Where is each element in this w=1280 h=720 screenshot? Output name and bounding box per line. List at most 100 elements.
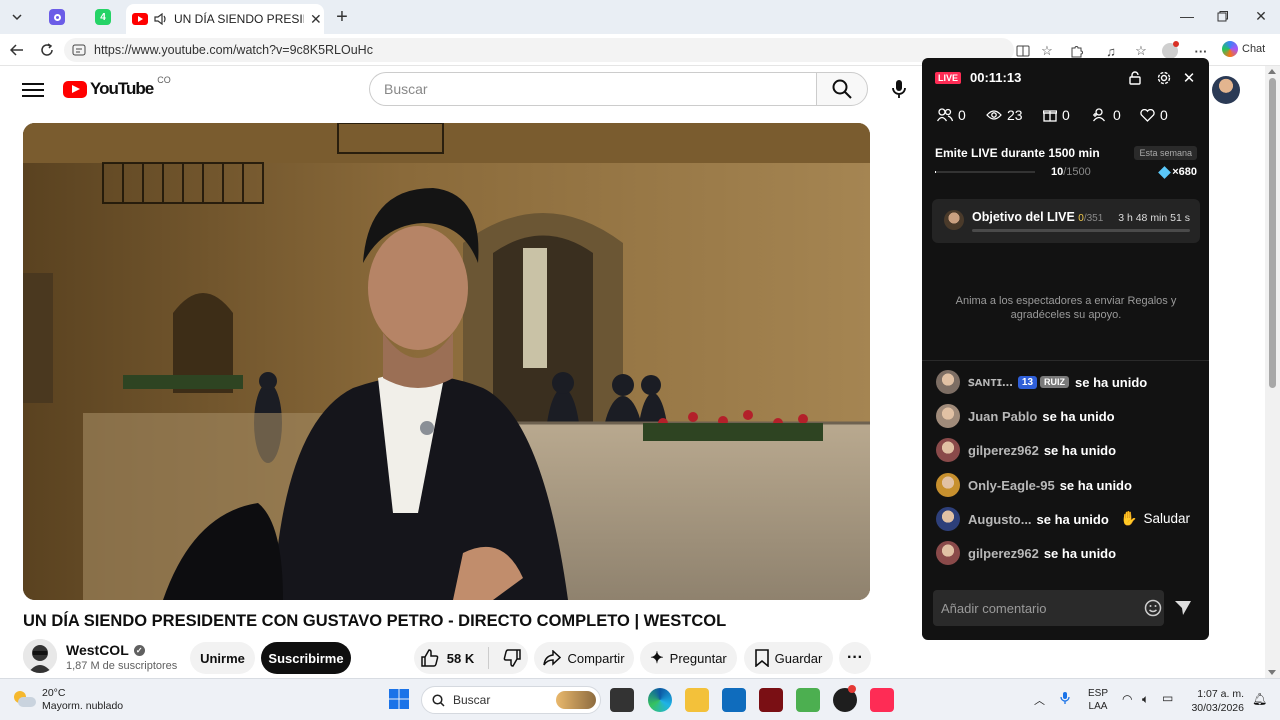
stat-likes-value: 0	[1160, 107, 1168, 123]
channel-avatar[interactable]	[23, 639, 57, 673]
save-button[interactable]: Guardar	[744, 642, 833, 674]
notifications-icon[interactable]: 🔔︎	[1252, 692, 1267, 706]
country-code: CO	[157, 75, 171, 85]
tray-chevron-up-icon[interactable]: ︿	[1034, 692, 1045, 708]
scroll-down-icon[interactable]	[1268, 670, 1276, 675]
stat-gifts-value: 0	[1062, 107, 1070, 123]
tab-camera-app[interactable]	[38, 4, 76, 30]
weekly-goal-current: 10	[1051, 166, 1064, 178]
share-arrow-icon	[543, 650, 562, 666]
speaker-icon[interactable]	[154, 13, 168, 25]
media-control-icon[interactable]: ♫	[1103, 43, 1119, 59]
like-button[interactable]: 58 K	[421, 649, 474, 667]
join-action-text: se ha unido	[1043, 545, 1117, 561]
join-username[interactable]: Only-Eagle-95	[968, 478, 1055, 493]
more-actions-button[interactable]: ···	[839, 642, 871, 674]
join-username[interactable]: Augusto...	[968, 512, 1032, 527]
taskbar-search-placeholder: Buscar	[453, 693, 491, 707]
lock-icon[interactable]	[1127, 70, 1143, 86]
clock[interactable]: 1:07 a. m. 30/03/2026	[1190, 687, 1244, 715]
join-username[interactable]: Juan Pablo	[968, 409, 1037, 424]
voice-search-button[interactable]	[882, 72, 916, 106]
split-screen-icon[interactable]	[1015, 43, 1031, 59]
live-goal-card[interactable]: Objetivo del LIVE 0/351 3 h 48 min 51 s	[932, 199, 1200, 243]
scroll-up-icon[interactable]	[1268, 69, 1276, 74]
reload-icon[interactable]	[35, 38, 59, 62]
copilot-chat-button[interactable]: Chat	[1222, 41, 1265, 57]
more-options-icon[interactable]: ···	[1193, 43, 1209, 59]
tiktok-icon[interactable]	[870, 688, 894, 712]
close-window-icon[interactable]: ✕	[1249, 6, 1273, 26]
greet-button[interactable]: ✋ Saludar	[1120, 506, 1190, 530]
dislike-button[interactable]	[503, 649, 521, 667]
join-username[interactable]: ꜱᴀɴᴛɪ...	[968, 374, 1013, 390]
chat-app-icon[interactable]	[796, 688, 820, 712]
user-avatar[interactable]	[936, 404, 960, 428]
send-icon[interactable]	[1174, 599, 1192, 617]
search-input[interactable]: Buscar	[369, 72, 817, 106]
favorites-list-icon[interactable]: ☆	[1133, 43, 1149, 59]
share-button[interactable]: Compartir	[534, 642, 634, 674]
video-player[interactable]	[23, 123, 870, 600]
user-avatar[interactable]	[936, 507, 960, 531]
microphone-icon	[892, 80, 906, 98]
weekly-goal[interactable]: Emite LIVE durante 1500 min Esta semana …	[935, 146, 1197, 179]
eye-icon	[986, 110, 1002, 120]
search-button[interactable]	[816, 72, 868, 106]
tab-whatsapp[interactable]: 4	[84, 4, 122, 30]
join-username[interactable]: gilperez962	[968, 443, 1039, 458]
user-avatar[interactable]	[936, 370, 960, 394]
taskbar-search[interactable]: Buscar	[421, 686, 601, 714]
youtube-logo[interactable]: YouTube CO	[63, 75, 171, 99]
sparkle-icon: ✦	[650, 650, 664, 667]
tab-actions-chevron-icon[interactable]	[5, 5, 29, 29]
join-button[interactable]: Unirme	[190, 642, 255, 674]
start-windows-icon[interactable]	[388, 688, 412, 712]
join-username[interactable]: gilperez962	[968, 546, 1039, 561]
copilot-icon	[1222, 41, 1238, 57]
user-avatar[interactable]	[936, 541, 960, 565]
close-panel-icon[interactable]: ✕	[1181, 70, 1197, 87]
tab-active-youtube[interactable]: UN DÍA SIENDO PRESIDENTE ✕	[126, 4, 324, 34]
keyboard-lang[interactable]: ESP	[1088, 687, 1108, 700]
tray-mic-icon[interactable]	[1060, 691, 1070, 708]
channel-name[interactable]: WestCOL ✓	[66, 642, 145, 658]
scroll-thumb[interactable]	[1269, 78, 1276, 388]
emoji-icon[interactable]	[1144, 599, 1162, 617]
weekly-goal-total: /1500	[1063, 166, 1091, 178]
account-avatar[interactable]	[1212, 76, 1240, 104]
maximize-window-icon[interactable]	[1210, 6, 1234, 26]
verified-check-icon: ✓	[133, 644, 145, 656]
extensions-puzzle-icon[interactable]	[1069, 43, 1085, 59]
weekly-goal-reward-value: ×680	[1172, 166, 1197, 178]
volume-icon[interactable]: 🔈︎	[1142, 692, 1149, 707]
stat-viewers: 23	[986, 107, 1023, 123]
favorite-star-icon[interactable]: ☆	[1039, 43, 1055, 59]
file-explorer-icon[interactable]	[685, 688, 709, 712]
weather-widget[interactable]: 20°C Mayorm. nublado	[14, 687, 123, 713]
subscribe-button[interactable]: Suscribirme	[261, 642, 351, 674]
edge-browser-icon[interactable]	[648, 688, 672, 712]
join-action-text: se ha unido	[1043, 442, 1117, 458]
obs-icon[interactable]	[833, 685, 857, 712]
user-avatar[interactable]	[936, 473, 960, 497]
profile-avatar-icon[interactable]	[1162, 41, 1179, 59]
site-info-icon[interactable]	[72, 43, 86, 57]
back-arrow-icon[interactable]	[5, 38, 29, 62]
user-avatar[interactable]	[936, 438, 960, 462]
comment-input[interactable]: Añadir comentario	[933, 590, 1164, 626]
hamburger-menu-icon[interactable]	[22, 80, 44, 100]
task-view-icon[interactable]	[610, 688, 634, 712]
close-tab-icon[interactable]: ✕	[310, 11, 322, 28]
page-scrollbar[interactable]	[1265, 66, 1280, 678]
battery-icon[interactable]: ▭	[1162, 691, 1173, 705]
game-app-icon[interactable]	[759, 688, 783, 712]
store-icon[interactable]	[722, 688, 746, 712]
wifi-icon[interactable]: ◠	[1122, 692, 1132, 706]
settings-gear-icon[interactable]	[1156, 70, 1172, 86]
new-tab-plus-icon[interactable]: +	[330, 5, 354, 29]
keyboard-layout[interactable]: LAA	[1088, 700, 1108, 713]
minimize-window-icon[interactable]: —	[1175, 6, 1199, 26]
url-field[interactable]: https://www.youtube.com/watch?v=9c8K5RLO…	[64, 38, 1014, 62]
ask-button[interactable]: ✦ Preguntar	[640, 642, 737, 674]
